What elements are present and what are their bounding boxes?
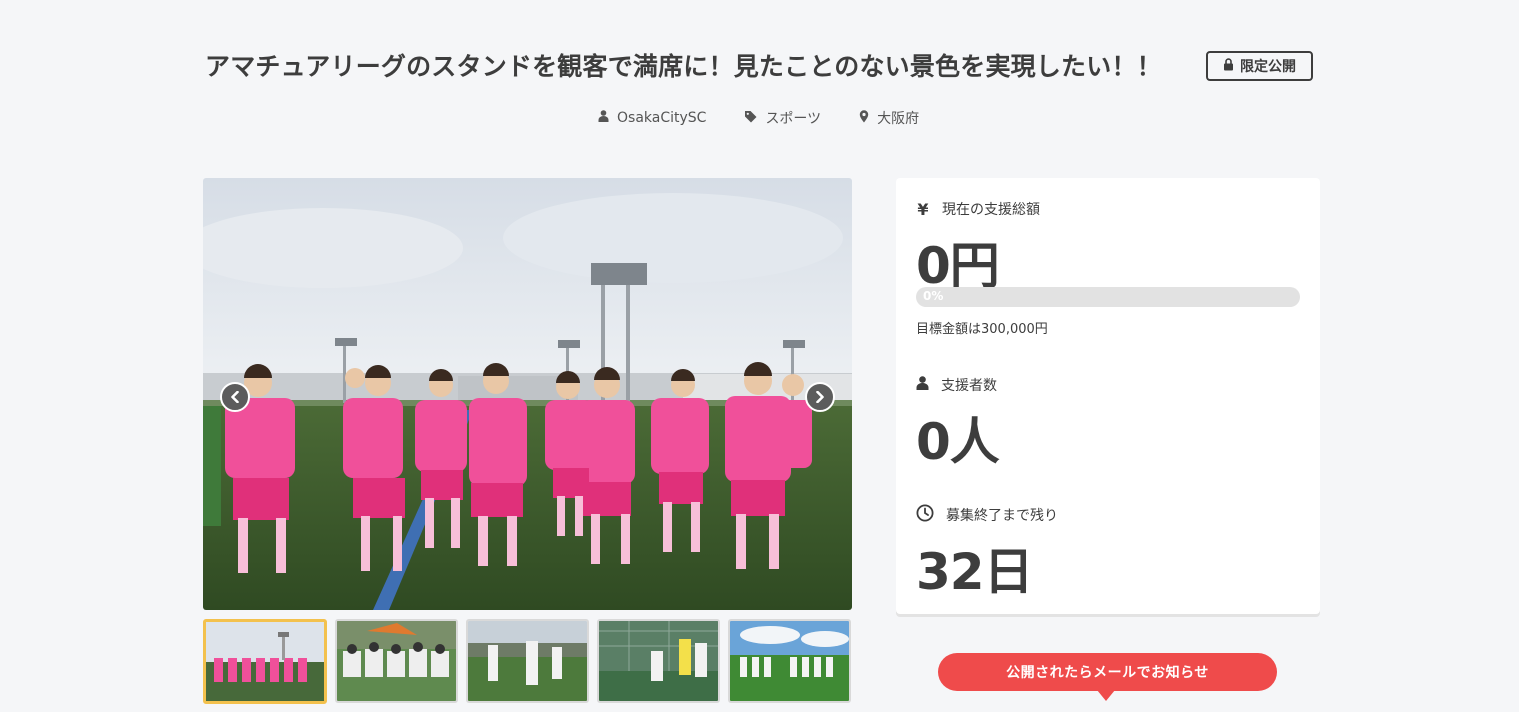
- page-scrollbar[interactable]: [1519, 0, 1536, 712]
- main-project-image: [203, 178, 852, 610]
- thumbnail-1[interactable]: [203, 619, 327, 704]
- total-amount-label: 現在の支援総額: [942, 202, 1040, 218]
- badge-label: 限定公開: [1240, 59, 1296, 75]
- notify-when-public-button[interactable]: 公開されたらメールでお知らせ: [938, 653, 1277, 691]
- yen-icon: ¥: [917, 199, 929, 219]
- thumbnail-4[interactable]: [597, 619, 720, 703]
- meta-owner[interactable]: OsakaCitySC: [598, 110, 706, 126]
- category-name: スポーツ: [765, 111, 822, 127]
- location-name: 大阪府: [877, 111, 920, 127]
- chevron-right-icon: [815, 388, 825, 407]
- gallery-prev-button[interactable]: [220, 382, 250, 412]
- title-row: アマチュアリーグのスタンドを観客で満席に！見たことのない景色を実現したい！！: [205, 50, 1162, 84]
- page-title: アマチュアリーグのスタンドを観客で満席に！見たことのない景色を実現したい！！: [205, 52, 1162, 81]
- thumbnail-2[interactable]: [335, 619, 458, 703]
- meta-location[interactable]: 大阪府: [859, 108, 919, 128]
- lock-icon: [1223, 57, 1234, 75]
- gallery-thumbnails: [203, 619, 851, 704]
- clock-icon: [916, 504, 934, 526]
- notify-button-label: 公開されたらメールでお知らせ: [1006, 665, 1209, 681]
- chevron-left-icon: [230, 388, 240, 407]
- funding-stats-card: ¥ 現在の支援総額 0円 0% 目標金額は300,000円 支援者数 0人 募集…: [896, 178, 1320, 614]
- total-amount-label-row: ¥ 現在の支援総額: [916, 199, 1040, 219]
- map-pin-icon: [859, 109, 869, 127]
- gallery-next-button[interactable]: [805, 382, 835, 412]
- supporters-value: 0人: [916, 413, 1000, 471]
- meta-category[interactable]: スポーツ: [744, 108, 821, 128]
- owner-name: OsakaCitySC: [617, 110, 707, 126]
- person-icon: [916, 376, 929, 394]
- goal-amount-text: 目標金額は300,000円: [916, 322, 1048, 337]
- funding-progress-bar: 0%: [916, 287, 1300, 307]
- thumbnail-5[interactable]: [728, 619, 851, 703]
- remaining-label-row: 募集終了まで残り: [916, 504, 1058, 526]
- remaining-value: 32日: [916, 543, 1034, 601]
- tag-icon: [744, 110, 757, 127]
- supporters-label: 支援者数: [941, 378, 997, 394]
- limited-public-badge: 限定公開: [1206, 51, 1313, 81]
- progress-percent-text: 0%: [923, 289, 944, 303]
- project-meta: OsakaCitySC スポーツ 大阪府: [598, 108, 919, 128]
- thumbnail-3[interactable]: [466, 619, 589, 703]
- supporters-label-row: 支援者数: [916, 375, 997, 395]
- notify-button-tail: [1097, 690, 1115, 701]
- user-icon: [598, 110, 609, 126]
- remaining-label: 募集終了まで残り: [946, 508, 1058, 524]
